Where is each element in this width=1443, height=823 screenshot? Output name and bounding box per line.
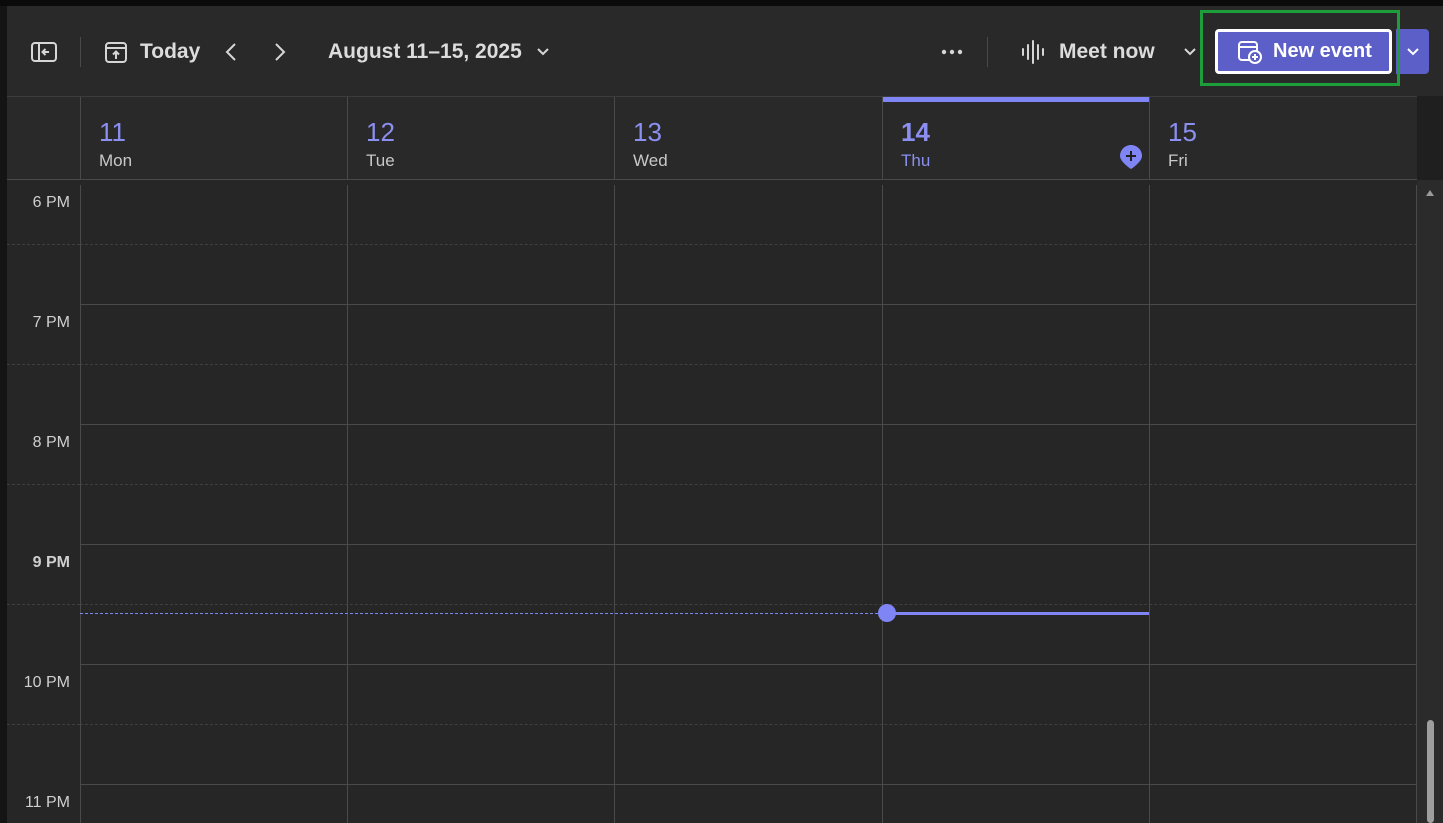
meet-now-label: Meet now bbox=[1059, 40, 1155, 63]
day-header-thu-today[interactable]: 14 Thu bbox=[882, 97, 1149, 181]
time-label: 6 PM bbox=[32, 194, 70, 211]
chevron-right-icon[interactable] bbox=[267, 37, 293, 67]
day-header-mon[interactable]: 11 Mon bbox=[80, 97, 347, 181]
day-column-divider bbox=[80, 185, 81, 823]
day-number: 12 bbox=[366, 117, 395, 147]
calendar-time-grid[interactable]: 6 PM 7 PM 8 PM 9 PM 10 PM 11 PM bbox=[7, 185, 1417, 823]
chevron-down-icon bbox=[536, 47, 550, 57]
day-number: 14 bbox=[901, 117, 930, 147]
gutter-half-hour-line bbox=[7, 724, 80, 725]
time-label: 9 PM bbox=[32, 554, 70, 571]
day-column-divider bbox=[882, 185, 883, 823]
chevron-left-icon[interactable] bbox=[218, 37, 244, 67]
meet-now-dropdown-chevron-icon[interactable] bbox=[1179, 37, 1201, 67]
day-column-divider bbox=[614, 185, 615, 823]
meet-now-button[interactable]: Meet now bbox=[1021, 37, 1155, 67]
time-gutter: 6 PM 7 PM 8 PM 9 PM 10 PM 11 PM bbox=[7, 185, 80, 823]
time-label: 10 PM bbox=[23, 674, 70, 691]
highlight-box bbox=[1200, 10, 1400, 86]
toolbar-divider bbox=[987, 37, 988, 67]
add-event-pin-icon[interactable] bbox=[1119, 144, 1143, 170]
hour-line bbox=[80, 544, 1417, 545]
day-header-fri[interactable]: 15 Fri bbox=[1149, 97, 1417, 181]
calendar-today-icon bbox=[104, 40, 128, 64]
day-name: Wed bbox=[633, 151, 668, 170]
half-hour-line bbox=[80, 484, 1417, 485]
day-number: 13 bbox=[633, 117, 662, 147]
day-name: Tue bbox=[366, 151, 395, 170]
day-name: Thu bbox=[901, 151, 931, 170]
time-label: 7 PM bbox=[32, 314, 70, 331]
chevron-down-icon bbox=[1406, 47, 1420, 57]
day-header-row: 11 Mon 12 Tue 13 Wed 14 Thu 15 Fri bbox=[7, 96, 1417, 181]
today-button[interactable]: Today bbox=[104, 37, 200, 67]
hour-line bbox=[80, 784, 1417, 785]
scrollbar-thumb[interactable] bbox=[1427, 720, 1434, 823]
audio-wave-icon bbox=[1021, 40, 1047, 64]
day-column-divider bbox=[347, 185, 348, 823]
current-time-line bbox=[888, 612, 1149, 615]
today-indicator-bar bbox=[883, 97, 1149, 102]
hour-line bbox=[80, 664, 1417, 665]
hour-line bbox=[80, 304, 1417, 305]
day-number: 11 bbox=[99, 117, 126, 147]
half-hour-line bbox=[80, 244, 1417, 245]
today-label: Today bbox=[140, 40, 201, 63]
current-time-line-dashed bbox=[80, 613, 888, 614]
gutter-half-hour-line bbox=[7, 244, 80, 245]
day-header-tue[interactable]: 12 Tue bbox=[347, 97, 614, 181]
time-label: 11 PM bbox=[24, 794, 70, 811]
toolbar-divider bbox=[80, 37, 81, 67]
gutter-half-hour-line bbox=[7, 604, 80, 605]
half-hour-line bbox=[80, 604, 1417, 605]
day-number: 15 bbox=[1168, 117, 1197, 147]
date-range-label: August 11–15, 2025 bbox=[328, 40, 522, 63]
half-hour-line bbox=[80, 364, 1417, 365]
more-options-icon[interactable] bbox=[937, 37, 967, 67]
time-label: 8 PM bbox=[32, 434, 70, 451]
gutter-half-hour-line bbox=[7, 364, 80, 365]
date-range-picker[interactable]: August 11–15, 2025 bbox=[328, 37, 550, 67]
day-header-wed[interactable]: 13 Wed bbox=[614, 97, 882, 181]
window-left-edge bbox=[0, 6, 7, 823]
new-event-dropdown-button[interactable] bbox=[1396, 29, 1429, 74]
scroll-up-arrow-icon[interactable] bbox=[1426, 190, 1434, 196]
day-name: Mon bbox=[99, 151, 133, 170]
collapse-sidebar-icon[interactable] bbox=[27, 36, 61, 68]
day-name: Fri bbox=[1168, 151, 1188, 170]
day-column-divider bbox=[1149, 185, 1150, 823]
current-time-dot bbox=[878, 604, 896, 622]
half-hour-line bbox=[80, 724, 1417, 725]
hour-line bbox=[80, 424, 1417, 425]
gutter-half-hour-line bbox=[7, 484, 80, 485]
